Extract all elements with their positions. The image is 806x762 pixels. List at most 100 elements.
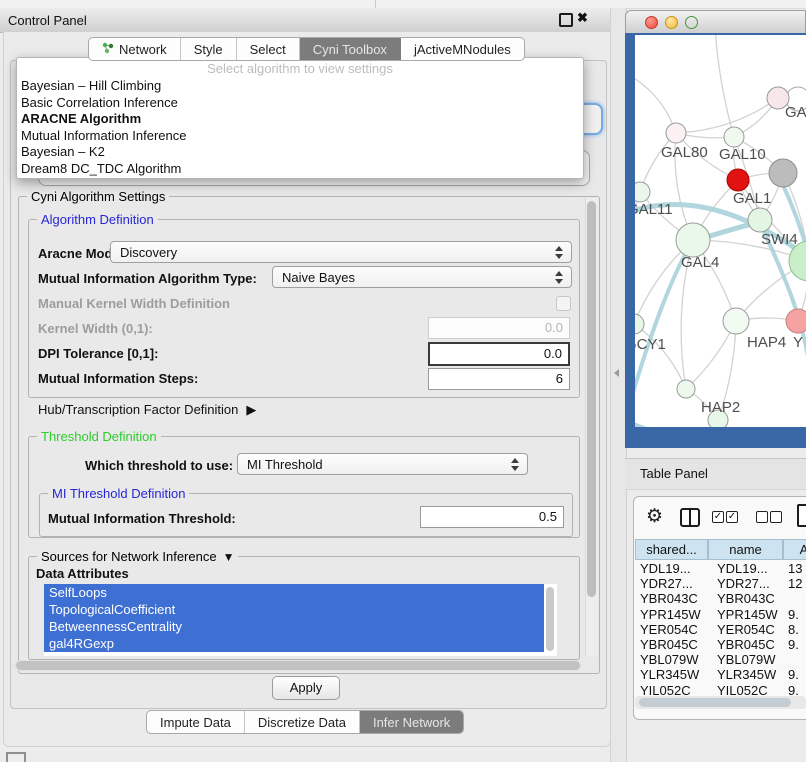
network-edge[interactable]: [635, 75, 676, 133]
manual-kernel-checkbox[interactable]: [556, 296, 571, 311]
algorithm-option[interactable]: ARACNE Algorithm: [17, 111, 583, 128]
network-node[interactable]: [723, 308, 749, 334]
settings-horizontal-scrollbar-thumb[interactable]: [16, 661, 580, 670]
table-cell: YDR27...: [635, 576, 708, 591]
combo-spinner-icon: [555, 245, 564, 260]
network-node[interactable]: [635, 182, 650, 202]
algorithm-option[interactable]: Dream8 DC_TDC Algorithm: [17, 161, 583, 178]
network-node[interactable]: [724, 127, 744, 147]
sources-title[interactable]: Sources for Network Inference▼: [37, 549, 238, 564]
close-icon[interactable]: ✖: [577, 10, 588, 26]
table-row[interactable]: YDR27...YDR27...12: [635, 576, 806, 591]
manual-kernel-label: Manual Kernel Width Definition: [38, 296, 230, 311]
table-cell: YBR043C: [708, 591, 783, 606]
algorithm-option[interactable]: Bayesian – Hill Climbing: [17, 78, 583, 95]
table-cell: 9.: [783, 607, 806, 622]
settings-vertical-scrollbar-thumb[interactable]: [587, 201, 596, 597]
network-node-label: HAP2: [701, 399, 740, 416]
table-row[interactable]: YBR045CYBR045C9.: [635, 637, 806, 652]
deselect-all-icon[interactable]: [756, 511, 768, 523]
float-window-icon[interactable]: [559, 13, 573, 27]
table-cell: YER054C: [708, 622, 783, 637]
table-cell: YBR045C: [635, 637, 708, 652]
algorithm-option[interactable]: Mutual Information Inference: [17, 128, 583, 145]
network-node[interactable]: [786, 309, 806, 333]
network-graph: GALGAL80GAL10GAL1GAL11SWI4GAL4GCY1HAP4YH…: [635, 35, 806, 427]
network-node-label: HAP4: [747, 334, 786, 351]
table-cell: 12: [783, 576, 806, 591]
hub-definition-label: Hub/Transcription Factor Definition: [38, 402, 238, 417]
algorithm-option[interactable]: Bayesian – K2: [17, 144, 583, 161]
network-node[interactable]: [677, 380, 695, 398]
table-row[interactable]: YBR043CYBR043C: [635, 591, 806, 606]
list-scrollbar-thumb[interactable]: [546, 587, 554, 651]
minimized-panel-icon[interactable]: [6, 752, 26, 762]
dpi-tolerance-field[interactable]: 0.0: [428, 342, 570, 366]
table-horizontal-scrollbar-thumb[interactable]: [639, 698, 791, 707]
tab-network[interactable]: Network: [89, 38, 181, 60]
mi-threshold-field[interactable]: 0.5: [420, 506, 564, 528]
tab-impute-data[interactable]: Impute Data: [147, 711, 245, 733]
tab-cyni-toolbox[interactable]: Cyni Toolbox: [300, 38, 401, 60]
column-header-clipped[interactable]: A: [783, 539, 806, 560]
which-threshold-combo[interactable]: MI Threshold: [237, 453, 528, 475]
mi-type-combo[interactable]: Naive Bayes: [272, 266, 572, 288]
tab-discretize-data[interactable]: Discretize Data: [245, 711, 360, 733]
collapse-arrow-icon: ▼: [223, 550, 235, 564]
table-cell: YBL079W: [635, 652, 708, 667]
attribute-list-item-selected[interactable]: gal4RGexp: [44, 635, 544, 652]
threshold-definition-title: Threshold Definition: [37, 429, 161, 444]
mi-steps-field[interactable]: 6: [428, 368, 570, 390]
algorithm-option[interactable]: Basic Correlation Inference: [17, 95, 583, 112]
data-attributes-label: Data Attributes: [36, 566, 129, 581]
column-header-shared-name[interactable]: shared...: [635, 539, 708, 560]
network-node[interactable]: [666, 123, 686, 143]
tab-label: Style: [194, 42, 223, 57]
select-all-check-icon[interactable]: ✓: [712, 511, 724, 523]
algorithm-option-list: Bayesian – Hill ClimbingBasic Correlatio…: [17, 78, 583, 177]
combo-spinner-icon: [555, 270, 564, 285]
tab-jactivemnodules[interactable]: jActiveMNodules: [401, 38, 524, 60]
table-row[interactable]: YER054CYER054C8.: [635, 622, 806, 637]
table-row[interactable]: YLR345WYLR345W9.: [635, 667, 806, 682]
aracne-mode-combo[interactable]: Discovery: [110, 241, 572, 263]
window-minimize-light-icon[interactable]: [665, 16, 678, 29]
network-node[interactable]: [748, 208, 772, 232]
tab-infer-network[interactable]: Infer Network: [360, 711, 463, 733]
control-panel-titlebar: [0, 8, 612, 33]
network-node[interactable]: [727, 169, 749, 191]
attribute-list-item-selected[interactable]: TopologicalCoefficient: [44, 601, 544, 618]
network-node-label: GAL10: [719, 146, 766, 163]
gear-icon[interactable]: ⚙: [646, 505, 663, 528]
table-row[interactable]: YPR145WYPR145W9.: [635, 607, 806, 622]
network-edge[interactable]: [676, 98, 778, 133]
cyni-mode-tabs: Impute DataDiscretize DataInfer Network: [146, 710, 464, 734]
deselect-all-icon[interactable]: [770, 511, 782, 523]
tab-style[interactable]: Style: [181, 38, 237, 60]
kernel-width-field[interactable]: 0.0: [428, 317, 570, 339]
window-zoom-light-icon[interactable]: [685, 16, 698, 29]
table-row[interactable]: YDL19...YDL19...13: [635, 561, 806, 576]
network-node-label: SWI4: [761, 231, 798, 248]
table-cell: YDL19...: [635, 561, 708, 576]
hub-definition-toggle[interactable]: Hub/Transcription Factor Definition▶: [38, 402, 256, 418]
tab-label: Cyni Toolbox: [313, 42, 387, 57]
network-node[interactable]: [769, 159, 797, 187]
columns-icon[interactable]: [680, 508, 700, 527]
control-panel-title: Control Panel: [8, 13, 87, 28]
attribute-list-item-selected[interactable]: BetweennessCentrality: [44, 618, 544, 635]
apply-button[interactable]: Apply: [272, 676, 340, 700]
network-node[interactable]: [676, 223, 710, 257]
select-all-check-icon[interactable]: ✓: [726, 511, 738, 523]
network-edge[interactable]: [715, 35, 734, 137]
network-canvas[interactable]: GALGAL80GAL10GAL1GAL11SWI4GAL4GCY1HAP4YH…: [635, 35, 806, 427]
column-header-name[interactable]: name: [708, 539, 783, 560]
attribute-list-item-selected[interactable]: SelfLoops: [44, 584, 544, 601]
table-doc-icon[interactable]: [797, 504, 806, 527]
table-cell: YLR345W: [635, 667, 708, 682]
tab-select[interactable]: Select: [237, 38, 300, 60]
data-attributes-list[interactable]: SelfLoopsTopologicalCoefficientBetweenne…: [44, 584, 557, 656]
window-close-light-icon[interactable]: [645, 16, 658, 29]
splitter-collapse-icon[interactable]: [614, 369, 619, 377]
table-row[interactable]: YBL079WYBL079W: [635, 652, 806, 667]
